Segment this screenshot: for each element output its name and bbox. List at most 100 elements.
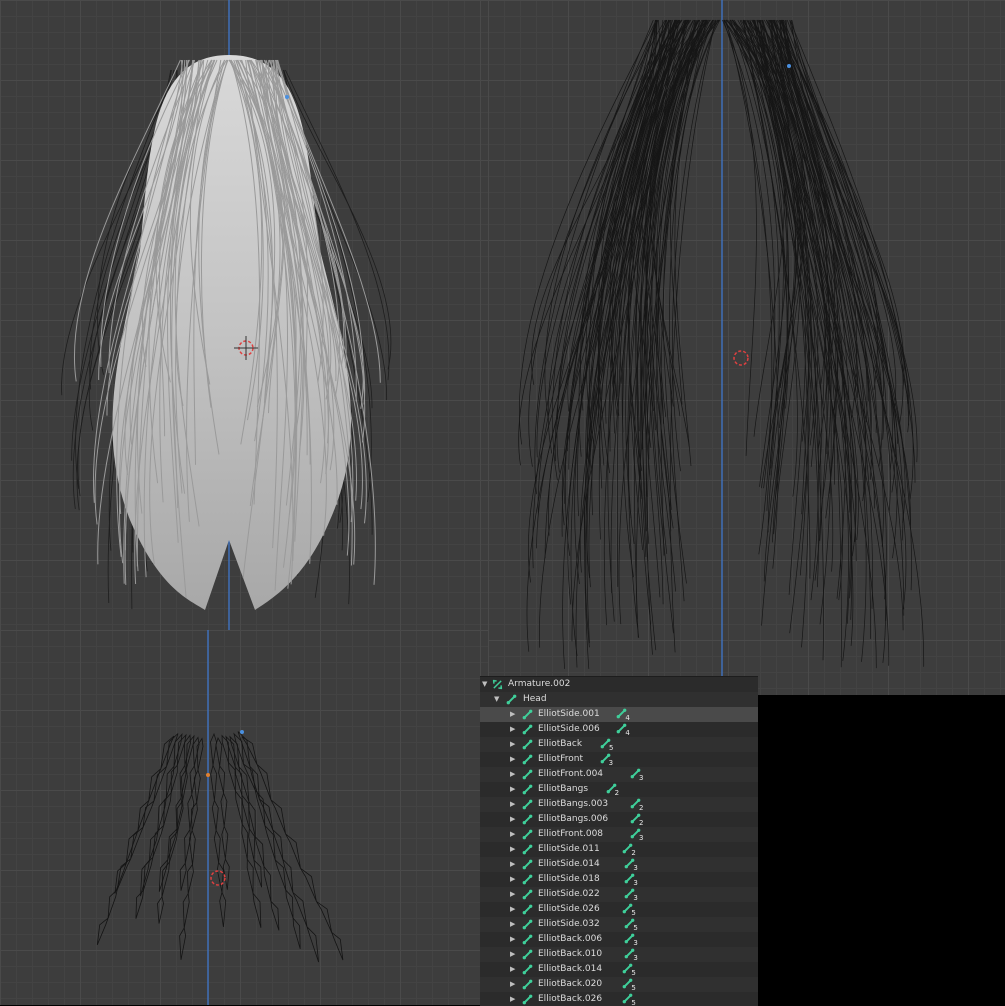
wire-strand	[781, 19, 884, 547]
triangle-right-icon[interactable]: ▶	[510, 842, 515, 857]
bone-shape	[179, 862, 187, 891]
bone-shape	[306, 926, 319, 963]
bone-shape	[249, 765, 260, 800]
bone-label: ElliotBack.010	[538, 949, 603, 959]
bone-shape	[125, 830, 139, 864]
outliner-row-bone[interactable]: ▶ ElliotBangs.006 2	[480, 812, 758, 827]
child-bone-count[interactable]: 2	[630, 798, 646, 812]
outliner-row-bone[interactable]: ▶ ElliotSide.001 4	[480, 707, 758, 722]
bone-shape	[213, 829, 221, 863]
triangle-right-icon[interactable]: ▶	[510, 902, 515, 917]
bone-shape	[237, 731, 251, 767]
child-bone-count[interactable]: 5	[624, 918, 640, 932]
outliner-row-head[interactable]: ▼ Head	[480, 692, 758, 707]
head-bone-label: Head	[523, 694, 547, 704]
wireframe-hair-render	[518, 0, 925, 695]
viewport-wireframe[interactable]	[488, 0, 1005, 695]
outliner-row-armature[interactable]: ▼ Armature.002	[480, 677, 758, 692]
triangle-right-icon[interactable]: ▶	[510, 797, 515, 812]
bone-shape	[285, 833, 301, 869]
bone-shape	[211, 799, 219, 831]
triangle-right-icon[interactable]: ▶	[510, 992, 515, 1006]
triangle-right-icon[interactable]: ▶	[510, 872, 515, 887]
bone-shape	[228, 761, 236, 792]
child-bone-count[interactable]: 2	[622, 843, 638, 857]
outliner-row-bone[interactable]: ▶ ElliotBack.014 5	[480, 962, 758, 977]
bone-icon	[522, 829, 533, 840]
bone-shape	[220, 791, 228, 827]
outliner-row-bone[interactable]: ▶ ElliotBack.020 5	[480, 977, 758, 992]
wire-strand	[779, 19, 904, 631]
child-bone-count[interactable]: 5	[622, 978, 638, 992]
child-bone-count[interactable]: 5	[622, 903, 638, 917]
child-bone-count[interactable]: 5	[622, 993, 638, 1006]
triangle-right-icon[interactable]: ▶	[510, 782, 515, 797]
triangle-right-icon[interactable]: ▶	[510, 977, 515, 992]
outliner-panel[interactable]: ▼ Armature.002 ▼ Head ▶ ElliotSide.001 4 ▶ E…	[480, 676, 758, 1006]
outliner-row-bone[interactable]: ▶ ElliotFront.004 3	[480, 767, 758, 782]
triangle-right-icon[interactable]: ▶	[510, 827, 515, 842]
child-bone-count[interactable]: 3	[624, 888, 640, 902]
outliner-row-bone[interactable]: ▶ ElliotSide.011 2	[480, 842, 758, 857]
triangle-right-icon[interactable]: ▶	[510, 722, 515, 737]
child-bone-count[interactable]: 2	[606, 783, 622, 797]
triangle-right-icon[interactable]: ▶	[510, 737, 515, 752]
triangle-right-icon[interactable]: ▶	[510, 812, 515, 827]
child-bone-count[interactable]: 4	[616, 723, 632, 737]
viewport-solid[interactable]	[0, 0, 488, 630]
bone-shape	[263, 865, 272, 902]
outliner-row-bone[interactable]: ▶ ElliotBangs 2	[480, 782, 758, 797]
triangle-down-icon[interactable]: ▼	[494, 692, 499, 707]
child-bone-count[interactable]: 5	[600, 738, 616, 752]
triangle-right-icon[interactable]: ▶	[510, 917, 515, 932]
child-bone-count[interactable]: 5	[622, 963, 638, 977]
child-bone-count[interactable]: 2	[630, 813, 646, 827]
viewport-armature[interactable]	[0, 630, 488, 1005]
triangle-down-icon[interactable]: ▼	[482, 677, 487, 692]
bone-shape	[163, 791, 172, 826]
child-bone-count[interactable]: 3	[630, 768, 646, 782]
child-bone-count[interactable]: 3	[624, 948, 640, 962]
outliner-row-bone[interactable]: ▶ ElliotSide.026 5	[480, 902, 758, 917]
outliner-row-bone[interactable]: ▶ ElliotBack.026 5	[480, 992, 758, 1006]
triangle-right-icon[interactable]: ▶	[510, 707, 515, 722]
triangle-right-icon[interactable]: ▶	[510, 932, 515, 947]
bone-shape	[96, 916, 109, 946]
outliner-row-bone[interactable]: ▶ ElliotFront 3	[480, 752, 758, 767]
triangle-right-icon[interactable]: ▶	[510, 962, 515, 977]
bone-icon	[522, 844, 533, 855]
bone-shape	[157, 895, 164, 924]
bone-shape	[242, 762, 256, 791]
outliner-row-bone[interactable]: ▶ ElliotBack.006 3	[480, 932, 758, 947]
armature-render	[96, 630, 344, 1005]
child-bone-count[interactable]: 3	[630, 828, 646, 842]
triangle-right-icon[interactable]: ▶	[510, 887, 515, 902]
bone-shape	[135, 889, 144, 919]
outliner-row-bone[interactable]: ▶ ElliotSide.014 3	[480, 857, 758, 872]
child-bone-count[interactable]: 3	[624, 933, 640, 947]
outliner-row-bone[interactable]: ▶ ElliotFront.008 3	[480, 827, 758, 842]
triangle-right-icon[interactable]: ▶	[510, 752, 515, 767]
bone-icon	[522, 724, 533, 735]
triangle-right-icon[interactable]: ▶	[510, 857, 515, 872]
bone-label: ElliotFront	[538, 754, 583, 764]
outliner-row-bone[interactable]: ▶ ElliotSide.006 4	[480, 722, 758, 737]
bone-icon	[522, 979, 533, 990]
bone-shape	[142, 799, 155, 828]
bone-label: ElliotSide.011	[538, 844, 600, 854]
outliner-row-bone[interactable]: ▶ ElliotSide.022 3	[480, 887, 758, 902]
outliner-row-bone[interactable]: ▶ ElliotBack.010 3	[480, 947, 758, 962]
child-bone-count[interactable]: 3	[624, 873, 640, 887]
outliner-row-bone[interactable]: ▶ ElliotBack 5	[480, 737, 758, 752]
bone-icon	[522, 814, 533, 825]
outliner-row-bone[interactable]: ▶ ElliotSide.018 3	[480, 872, 758, 887]
child-bone-count[interactable]: 3	[600, 753, 616, 767]
outliner-row-bone[interactable]: ▶ ElliotBangs.003 2	[480, 797, 758, 812]
outliner-row-bone[interactable]: ▶ ElliotSide.032 5	[480, 917, 758, 932]
child-bone-count[interactable]: 3	[624, 858, 640, 872]
triangle-right-icon[interactable]: ▶	[510, 767, 515, 782]
wire-strand	[752, 19, 830, 541]
child-bone-count[interactable]: 4	[616, 708, 632, 722]
bone-icon	[522, 799, 533, 810]
triangle-right-icon[interactable]: ▶	[510, 947, 515, 962]
